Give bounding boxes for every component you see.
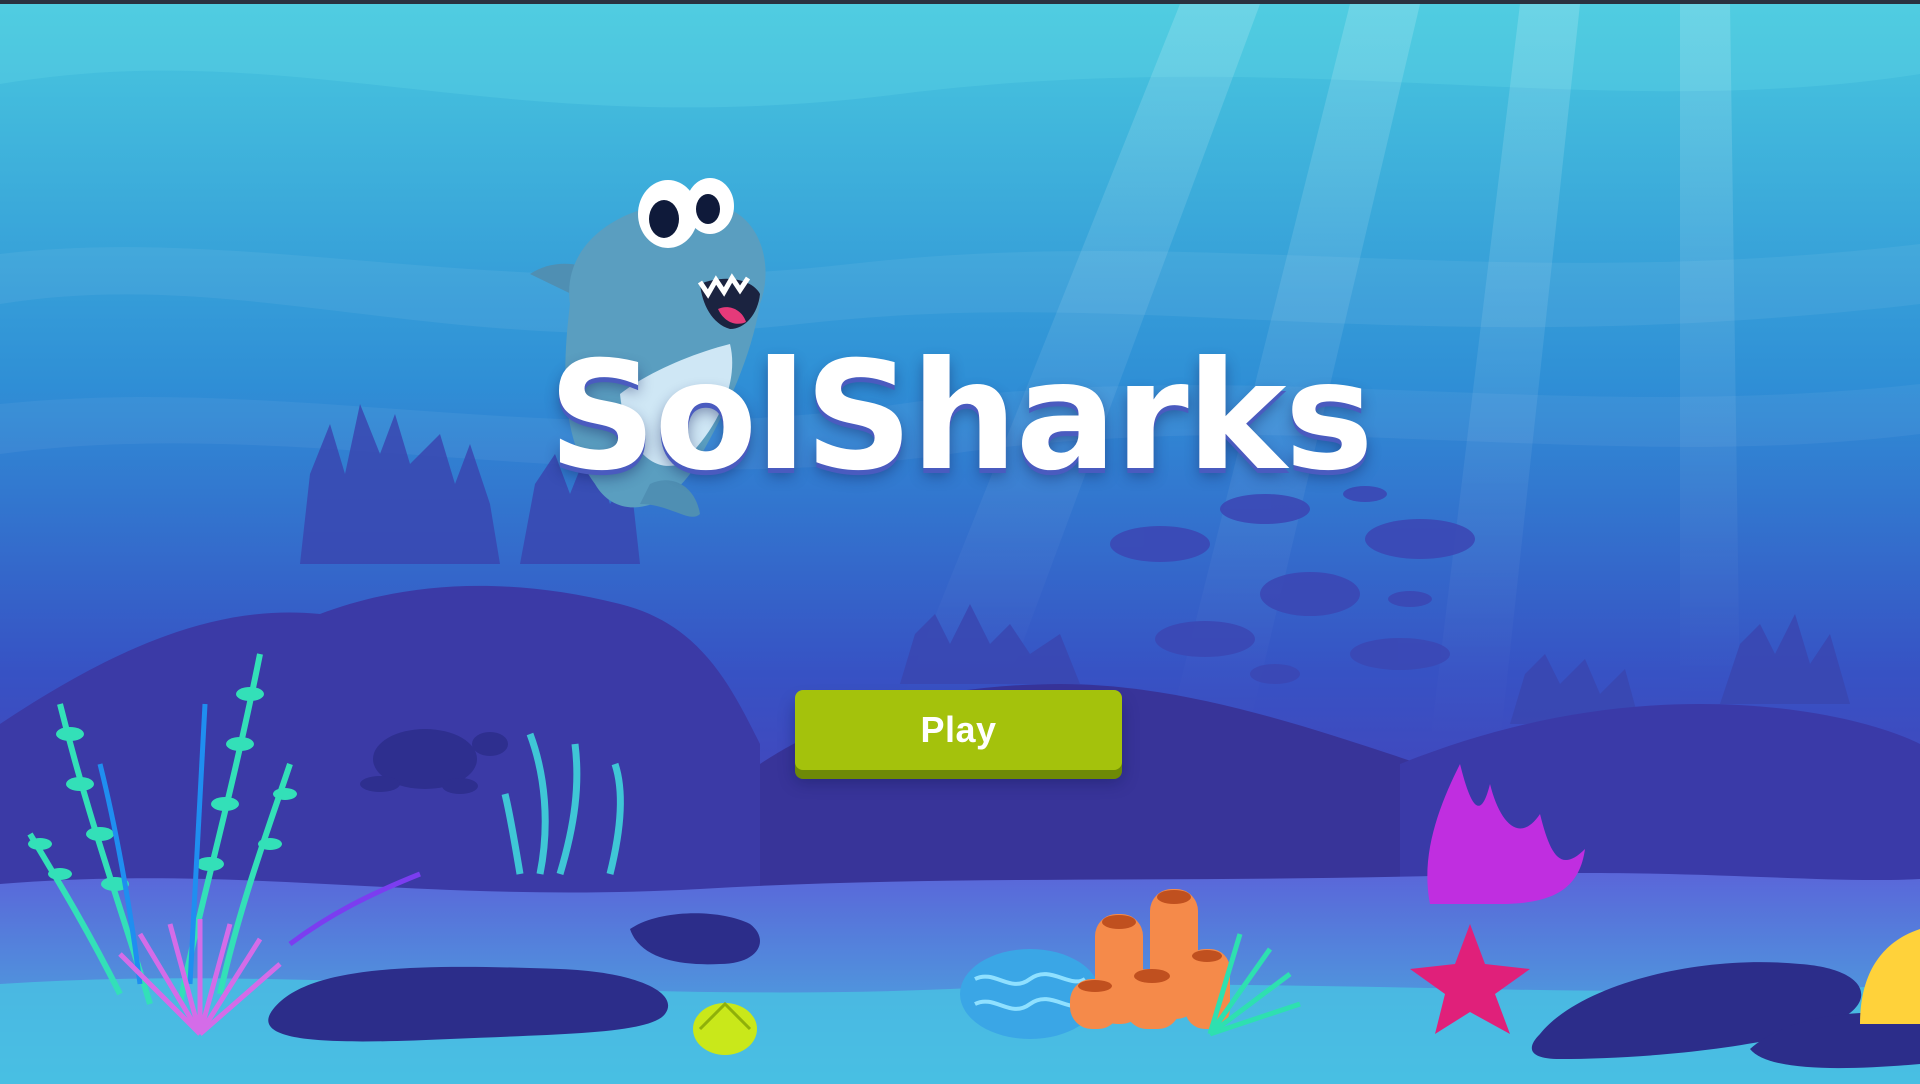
yellow-shell-icon — [693, 1001, 757, 1055]
game-title: SolSharks — [548, 330, 1374, 504]
game-start-screen: SolSharks Play — [0, 4, 1920, 1084]
play-button[interactable]: Play — [795, 690, 1122, 770]
ocean-background — [0, 4, 1920, 1084]
